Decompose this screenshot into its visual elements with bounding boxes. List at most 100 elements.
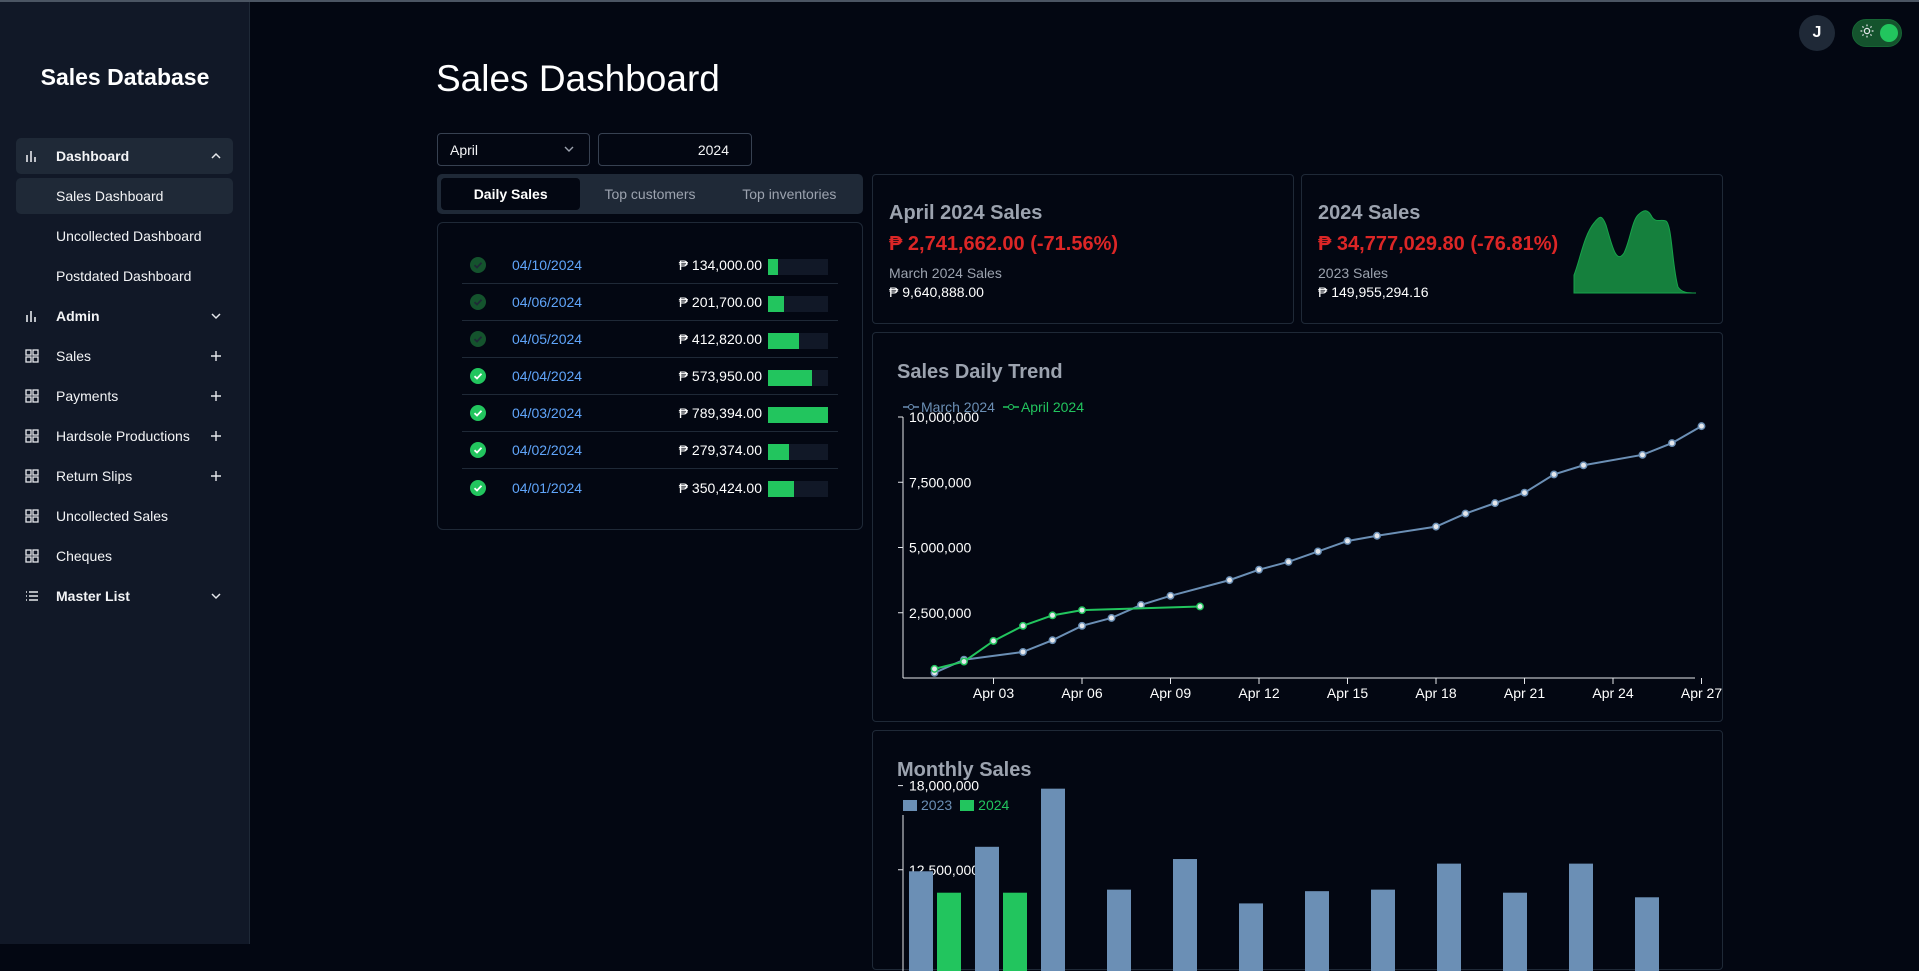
series-point-0	[1255, 565, 1263, 574]
daily-sales-date[interactable]: 04/02/2024	[512, 442, 582, 458]
sidebar-item-uncollected-sales[interactable]: Uncollected Sales	[16, 498, 233, 534]
daily-sales-row[interactable]: 04/06/2024 ₱ 201,700.00	[462, 284, 838, 321]
bar-2024-Jan	[937, 892, 961, 971]
x-tick-label: Apr 03	[973, 685, 1014, 701]
series-point-0	[1019, 647, 1027, 656]
sidebar-item-payments[interactable]: Payments	[16, 378, 233, 414]
grid-icon	[24, 468, 40, 484]
sidebar-subitem-uncollected-dashboard[interactable]: Uncollected Dashboard	[16, 218, 233, 254]
daily-sales-row[interactable]: 04/05/2024 ₱ 412,820.00	[462, 321, 838, 358]
series-point-0	[1343, 537, 1352, 545]
daily-sales-bar	[768, 333, 828, 349]
series-point-0	[1491, 499, 1499, 508]
x-tick-label: Apr 18	[1415, 685, 1456, 701]
year-sparkline	[1573, 210, 1697, 294]
chevron-down-icon	[209, 309, 223, 323]
daily-sales-amount: ₱ 201,700.00	[678, 294, 762, 310]
x-tick-label: Apr 09	[1150, 685, 1191, 701]
daily-sales-row[interactable]: 04/03/2024 ₱ 789,394.00	[462, 395, 838, 432]
daily-sales-row[interactable]: 04/01/2024 ₱ 350,424.00	[462, 469, 838, 506]
daily-sales-list: 04/10/2024 ₱ 134,000.00 04/06/2024 ₱ 201,70…	[437, 222, 863, 530]
bar-2023-Jun	[1239, 903, 1263, 971]
chevron-down-icon	[563, 142, 575, 158]
daily-sales-date[interactable]: 04/10/2024	[512, 257, 582, 273]
grid-icon	[24, 548, 40, 564]
sidebar-item-master-list[interactable]: Master List	[16, 578, 233, 614]
y-tick-label: 2,500,000	[909, 605, 971, 621]
sidebar-item-label: Uncollected Sales	[56, 508, 169, 524]
bar-2023-Oct	[1503, 892, 1527, 971]
bar-chart-icon	[24, 148, 40, 164]
y-tick-label: 7,500,000	[909, 474, 971, 490]
theme-toggle[interactable]	[1852, 19, 1902, 47]
daily-sales-date[interactable]: 04/06/2024	[512, 294, 582, 310]
chevron-up-icon	[209, 149, 223, 163]
kpi-month-card: April 2024 Sales ₱ 2,741,662.00 (-71.56%…	[872, 174, 1294, 324]
plus-icon	[209, 469, 223, 483]
list-icon	[24, 588, 40, 604]
bar-2023-Nov	[1569, 863, 1593, 971]
daily-sales-date[interactable]: 04/04/2024	[512, 368, 582, 384]
x-tick-label: Apr 12	[1238, 685, 1279, 701]
daily-sales-date[interactable]: 04/01/2024	[512, 480, 582, 496]
monthly-sales-chart: 18,000,00012,500,000	[898, 778, 1659, 971]
series-point-0	[1461, 509, 1470, 518]
sidebar-item-label: Dashboard	[56, 148, 130, 164]
sidebar-item-hardsole-productions[interactable]: Hardsole Productions	[16, 418, 233, 454]
sidebar-item-dashboard[interactable]: Dashboard	[16, 138, 233, 174]
month-select[interactable]: April	[437, 133, 590, 166]
dashboard-tabs: Daily Sales Top customers Top inventorie…	[437, 174, 863, 214]
sidebar-subitem-sales-dashboard[interactable]: Sales Dashboard	[16, 178, 233, 214]
series-point-0	[1579, 461, 1588, 470]
series-point-0	[1432, 522, 1440, 531]
tab-top-inventories[interactable]: Top inventories	[720, 178, 859, 210]
sidebar-item-admin[interactable]: Admin	[16, 298, 233, 334]
series-point-1	[1196, 602, 1204, 611]
x-tick-label: Apr 15	[1327, 685, 1368, 701]
bar-chart-icon	[24, 308, 40, 324]
check-circle-icon	[470, 331, 486, 347]
page-title: Sales Dashboard	[436, 58, 720, 99]
daily-sales-bar	[768, 444, 828, 460]
series-point-0	[1314, 547, 1322, 556]
grid-icon	[24, 348, 40, 364]
year-input[interactable]: 2024	[598, 133, 752, 166]
daily-sales-row[interactable]: 04/10/2024 ₱ 134,000.00	[462, 247, 838, 284]
plus-icon	[209, 349, 223, 363]
series-point-0	[1166, 591, 1175, 600]
month-select-value: April	[450, 141, 479, 158]
sidebar-item-label: Admin	[56, 308, 100, 324]
y-tick-label: 5,000,000	[909, 540, 971, 556]
bar-2023-Jan	[909, 871, 933, 971]
daily-sales-date[interactable]: 04/05/2024	[512, 331, 582, 347]
sidebar-item-return-slips[interactable]: Return Slips	[16, 458, 233, 494]
plus-icon	[209, 389, 223, 403]
grid-icon	[24, 428, 40, 444]
check-circle-icon	[470, 294, 486, 310]
x-tick-label: Apr 21	[1504, 685, 1545, 701]
daily-sales-bar	[768, 370, 828, 386]
daily-sales-bar	[768, 481, 828, 497]
sidebar-subitem-postdated-dashboard[interactable]: Postdated Dashboard	[16, 258, 233, 294]
series-point-0	[1107, 614, 1116, 622]
grid-icon	[24, 388, 40, 404]
sidebar: Sales Database Dashboard Sales Dashboard…	[0, 2, 250, 944]
sidebar-item-label: Cheques	[56, 548, 113, 564]
daily-sales-row[interactable]: 04/02/2024 ₱ 279,374.00	[462, 432, 838, 469]
check-circle-icon	[470, 442, 486, 458]
y-tick-label: 10,000,000	[909, 409, 979, 425]
bar-2023-Sep	[1437, 863, 1461, 971]
sidebar-item-label: Hardsole Productions	[56, 428, 190, 444]
sidebar-item-sales[interactable]: Sales	[16, 338, 233, 374]
tab-daily-sales[interactable]: Daily Sales	[441, 178, 581, 210]
sidebar-item-cheques[interactable]: Cheques	[16, 538, 233, 574]
tab-top-customers[interactable]: Top customers	[580, 178, 719, 210]
daily-sales-bar	[768, 296, 828, 312]
user-avatar[interactable]: J	[1799, 15, 1835, 51]
x-tick-label: Apr 27	[1681, 685, 1722, 701]
daily-sales-date[interactable]: 04/03/2024	[512, 405, 582, 421]
plus-icon	[209, 429, 223, 443]
daily-sales-row[interactable]: 04/04/2024 ₱ 573,950.00	[462, 358, 838, 395]
series-point-0	[1668, 439, 1676, 448]
series-point-0	[1520, 488, 1529, 497]
